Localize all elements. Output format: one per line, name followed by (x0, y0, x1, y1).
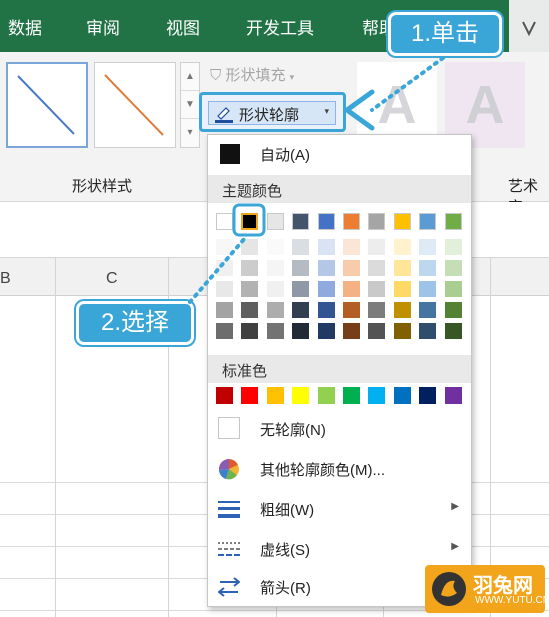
watermark-url: WWW.YUTU.CN (475, 595, 549, 606)
callout-leaders (188, 56, 445, 304)
watermark-logo: 羽兔网 WWW.YUTU.CN (425, 565, 549, 613)
watermark-title: 羽兔网 (473, 575, 533, 597)
rabbit-logo-icon (432, 572, 466, 606)
